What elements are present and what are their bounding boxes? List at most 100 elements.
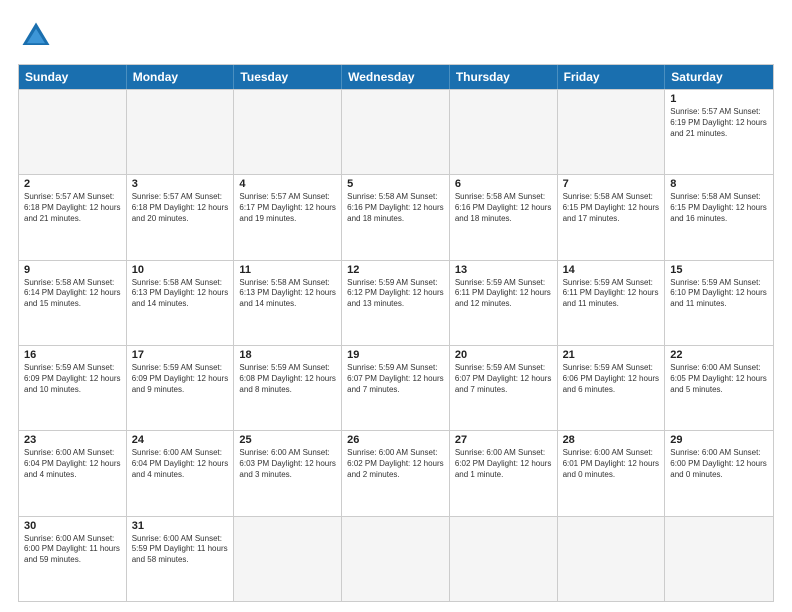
calendar-cell [450, 517, 558, 601]
calendar-row-2: 9 Sunrise: 5:58 AM Sunset: 6:14 PM Daylig… [19, 260, 773, 345]
cell-text: Sunrise: 5:59 AM Sunset: 6:07 PM Dayligh… [455, 363, 552, 395]
calendar-cell: 30 Sunrise: 6:00 AM Sunset: 6:00 PM Dayli… [19, 517, 127, 601]
calendar-row-3: 16 Sunrise: 5:59 AM Sunset: 6:09 PM Dayli… [19, 345, 773, 430]
day-number: 19 [347, 349, 444, 361]
day-number: 2 [24, 178, 121, 190]
cell-text: Sunrise: 5:58 AM Sunset: 6:15 PM Dayligh… [670, 192, 768, 224]
day-number: 10 [132, 264, 229, 276]
calendar-cell [558, 90, 666, 174]
calendar-cell: 4 Sunrise: 5:57 AM Sunset: 6:17 PM Daylig… [234, 175, 342, 259]
calendar-cell: 27 Sunrise: 6:00 AM Sunset: 6:02 PM Dayli… [450, 431, 558, 515]
header-day-thursday: Thursday [450, 65, 558, 89]
calendar: SundayMondayTuesdayWednesdayThursdayFrid… [18, 64, 774, 602]
day-number: 21 [563, 349, 660, 361]
calendar-cell [127, 90, 235, 174]
logo [18, 18, 58, 54]
day-number: 16 [24, 349, 121, 361]
calendar-cell: 8 Sunrise: 5:58 AM Sunset: 6:15 PM Daylig… [665, 175, 773, 259]
day-number: 29 [670, 434, 768, 446]
calendar-cell: 22Sunrise: 6:00 AM Sunset: 6:05 PM Dayli… [665, 346, 773, 430]
day-number: 26 [347, 434, 444, 446]
cell-text: Sunrise: 5:59 AM Sunset: 6:09 PM Dayligh… [132, 363, 229, 395]
calendar-row-1: 2Sunrise: 5:57 AM Sunset: 6:18 PM Daylig… [19, 174, 773, 259]
cell-text: Sunrise: 6:00 AM Sunset: 6:00 PM Dayligh… [670, 448, 768, 480]
calendar-cell: 21 Sunrise: 5:59 AM Sunset: 6:06 PM Dayli… [558, 346, 666, 430]
cell-text: Sunrise: 5:58 AM Sunset: 6:13 PM Dayligh… [132, 278, 229, 310]
calendar-cell: 3Sunrise: 5:57 AM Sunset: 6:18 PM Daylig… [127, 175, 235, 259]
day-number: 20 [455, 349, 552, 361]
calendar-cell: 26 Sunrise: 6:00 AM Sunset: 6:02 PM Dayli… [342, 431, 450, 515]
calendar-row-5: 30 Sunrise: 6:00 AM Sunset: 6:00 PM Dayli… [19, 516, 773, 601]
cell-text: Sunrise: 5:59 AM Sunset: 6:07 PM Dayligh… [347, 363, 444, 395]
calendar-header: SundayMondayTuesdayWednesdayThursdayFrid… [19, 65, 773, 89]
header-day-friday: Friday [558, 65, 666, 89]
header [18, 18, 774, 54]
day-number: 11 [239, 264, 336, 276]
calendar-cell: 25Sunrise: 6:00 AM Sunset: 6:03 PM Dayli… [234, 431, 342, 515]
day-number: 4 [239, 178, 336, 190]
calendar-cell: 31Sunrise: 6:00 AM Sunset: 5:59 PM Dayli… [127, 517, 235, 601]
cell-text: Sunrise: 6:00 AM Sunset: 6:04 PM Dayligh… [24, 448, 121, 480]
calendar-cell: 2Sunrise: 5:57 AM Sunset: 6:18 PM Daylig… [19, 175, 127, 259]
calendar-cell: 29 Sunrise: 6:00 AM Sunset: 6:00 PM Dayli… [665, 431, 773, 515]
cell-text: Sunrise: 6:00 AM Sunset: 6:00 PM Dayligh… [24, 534, 121, 566]
calendar-cell [19, 90, 127, 174]
calendar-cell: 14 Sunrise: 5:59 AM Sunset: 6:11 PM Dayli… [558, 261, 666, 345]
calendar-cell [342, 90, 450, 174]
day-number: 14 [563, 264, 660, 276]
cell-text: Sunrise: 5:59 AM Sunset: 6:06 PM Dayligh… [563, 363, 660, 395]
cell-text: Sunrise: 6:00 AM Sunset: 6:04 PM Dayligh… [132, 448, 229, 480]
logo-icon [18, 18, 54, 54]
cell-text: Sunrise: 6:00 AM Sunset: 6:02 PM Dayligh… [455, 448, 552, 480]
cell-text: Sunrise: 5:59 AM Sunset: 6:08 PM Dayligh… [239, 363, 336, 395]
day-number: 1 [670, 93, 768, 105]
day-number: 3 [132, 178, 229, 190]
calendar-cell [234, 517, 342, 601]
calendar-cell: 15Sunrise: 5:59 AM Sunset: 6:10 PM Dayli… [665, 261, 773, 345]
calendar-cell: 7Sunrise: 5:58 AM Sunset: 6:15 PM Daylig… [558, 175, 666, 259]
day-number: 24 [132, 434, 229, 446]
cell-text: Sunrise: 5:58 AM Sunset: 6:13 PM Dayligh… [239, 278, 336, 310]
cell-text: Sunrise: 5:58 AM Sunset: 6:15 PM Dayligh… [563, 192, 660, 224]
calendar-cell: 19 Sunrise: 5:59 AM Sunset: 6:07 PM Dayli… [342, 346, 450, 430]
header-day-monday: Monday [127, 65, 235, 89]
calendar-body: 1 Sunrise: 5:57 AM Sunset: 6:19 PM Daylig… [19, 89, 773, 601]
cell-text: Sunrise: 5:57 AM Sunset: 6:17 PM Dayligh… [239, 192, 336, 224]
cell-text: Sunrise: 5:59 AM Sunset: 6:11 PM Dayligh… [563, 278, 660, 310]
page: SundayMondayTuesdayWednesdayThursdayFrid… [0, 0, 792, 612]
calendar-cell [450, 90, 558, 174]
day-number: 5 [347, 178, 444, 190]
calendar-row-0: 1 Sunrise: 5:57 AM Sunset: 6:19 PM Daylig… [19, 89, 773, 174]
cell-text: Sunrise: 6:00 AM Sunset: 5:59 PM Dayligh… [132, 534, 229, 566]
cell-text: Sunrise: 6:00 AM Sunset: 6:02 PM Dayligh… [347, 448, 444, 480]
calendar-cell [342, 517, 450, 601]
calendar-cell: 11 Sunrise: 5:58 AM Sunset: 6:13 PM Dayli… [234, 261, 342, 345]
cell-text: Sunrise: 6:00 AM Sunset: 6:03 PM Dayligh… [239, 448, 336, 480]
day-number: 8 [670, 178, 768, 190]
calendar-cell: 16 Sunrise: 5:59 AM Sunset: 6:09 PM Dayli… [19, 346, 127, 430]
calendar-row-4: 23 Sunrise: 6:00 AM Sunset: 6:04 PM Dayli… [19, 430, 773, 515]
calendar-cell: 12 Sunrise: 5:59 AM Sunset: 6:12 PM Dayli… [342, 261, 450, 345]
cell-text: Sunrise: 6:00 AM Sunset: 6:05 PM Dayligh… [670, 363, 768, 395]
day-number: 30 [24, 520, 121, 532]
header-day-tuesday: Tuesday [234, 65, 342, 89]
day-number: 13 [455, 264, 552, 276]
calendar-cell: 23 Sunrise: 6:00 AM Sunset: 6:04 PM Dayli… [19, 431, 127, 515]
calendar-cell: 17Sunrise: 5:59 AM Sunset: 6:09 PM Dayli… [127, 346, 235, 430]
cell-text: Sunrise: 5:57 AM Sunset: 6:19 PM Dayligh… [670, 107, 768, 139]
cell-text: Sunrise: 5:59 AM Sunset: 6:12 PM Dayligh… [347, 278, 444, 310]
cell-text: Sunrise: 5:58 AM Sunset: 6:14 PM Dayligh… [24, 278, 121, 310]
day-number: 23 [24, 434, 121, 446]
day-number: 18 [239, 349, 336, 361]
header-day-saturday: Saturday [665, 65, 773, 89]
day-number: 12 [347, 264, 444, 276]
day-number: 9 [24, 264, 121, 276]
calendar-cell: 20 Sunrise: 5:59 AM Sunset: 6:07 PM Dayli… [450, 346, 558, 430]
cell-text: Sunrise: 5:59 AM Sunset: 6:10 PM Dayligh… [670, 278, 768, 310]
cell-text: Sunrise: 5:59 AM Sunset: 6:09 PM Dayligh… [24, 363, 121, 395]
day-number: 27 [455, 434, 552, 446]
calendar-cell [234, 90, 342, 174]
day-number: 28 [563, 434, 660, 446]
calendar-cell: 1 Sunrise: 5:57 AM Sunset: 6:19 PM Daylig… [665, 90, 773, 174]
calendar-cell [665, 517, 773, 601]
